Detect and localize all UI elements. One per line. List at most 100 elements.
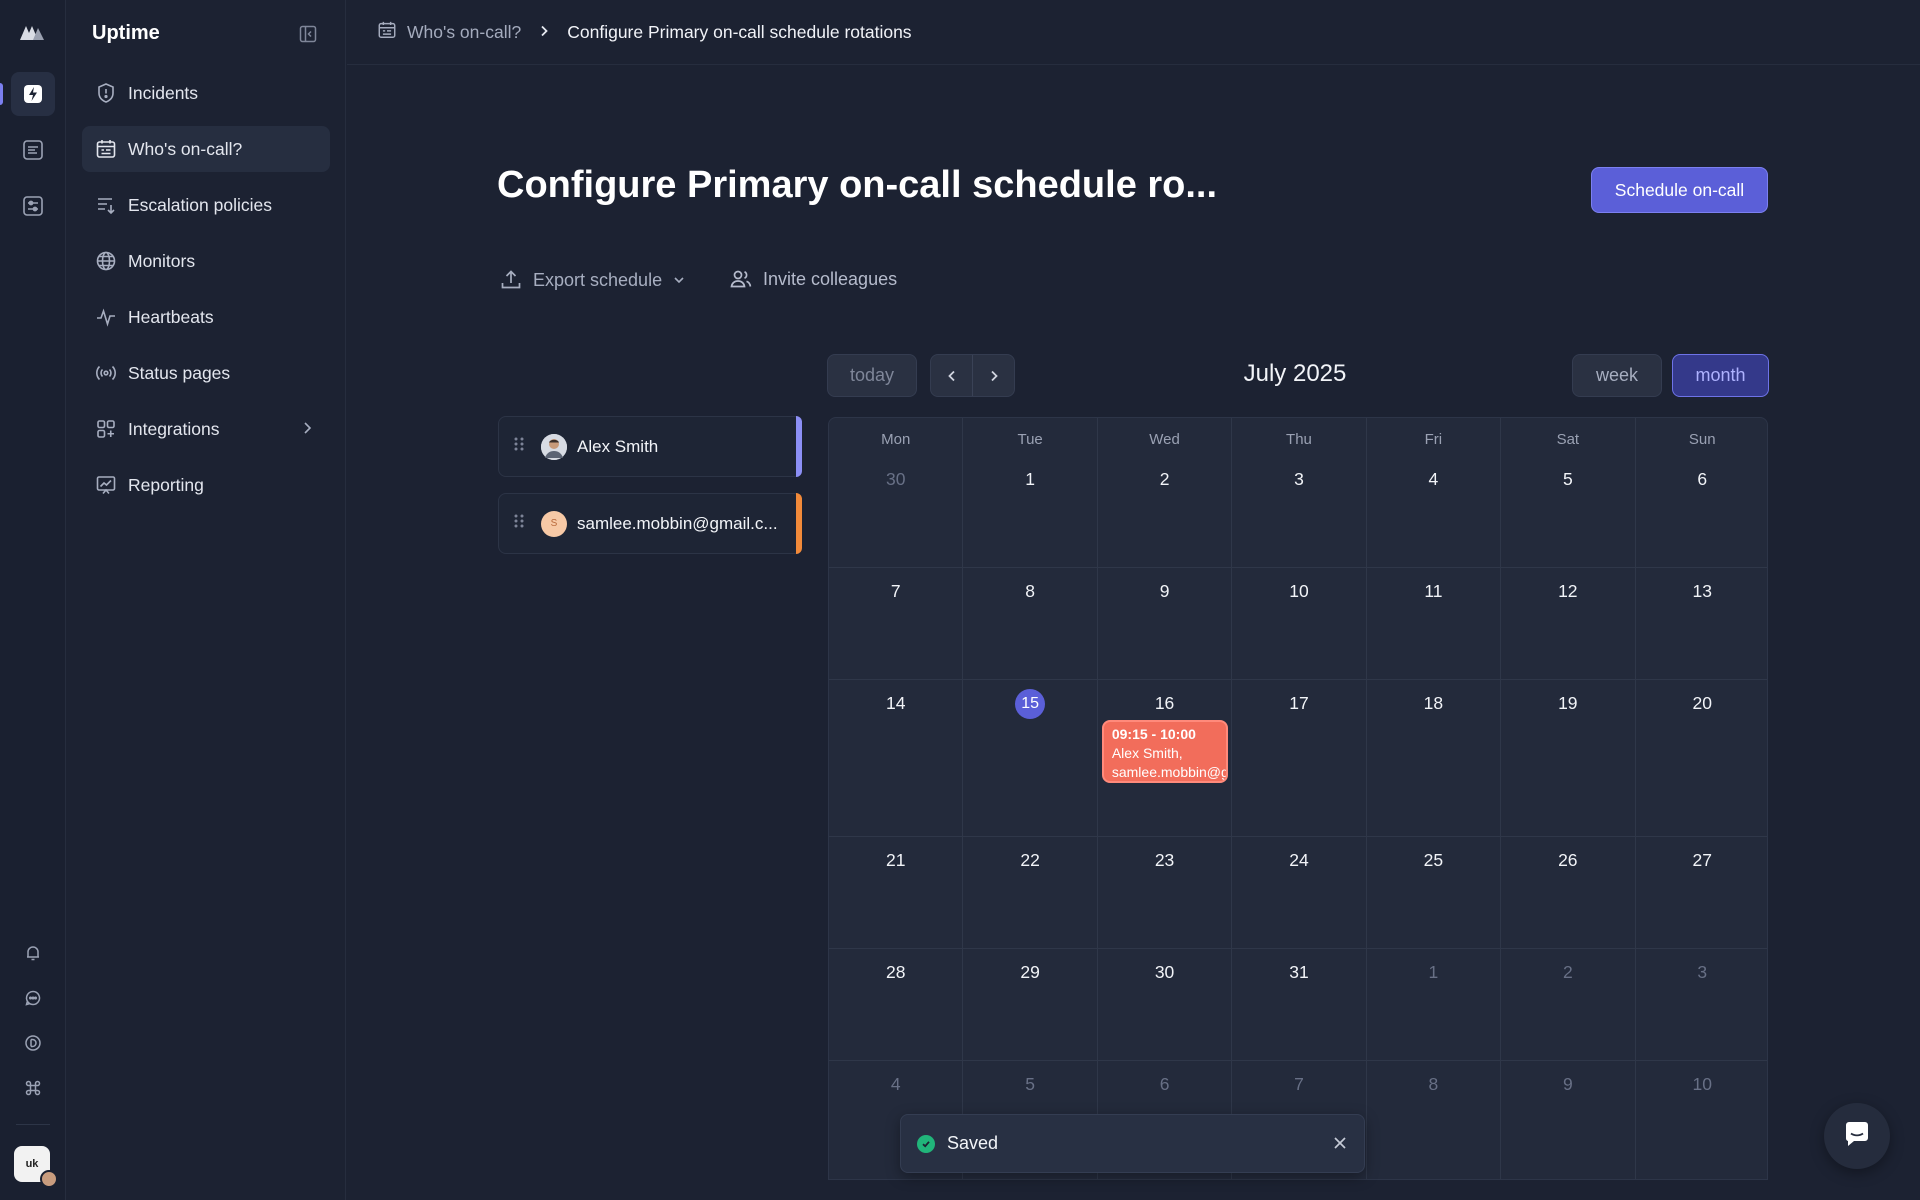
drag-handle-icon[interactable] (513, 436, 525, 457)
day-number: 12 (1558, 581, 1578, 601)
calendar-day-cell[interactable]: 3 (1636, 949, 1767, 1060)
calendar-day-cell[interactable]: 27 (1636, 837, 1767, 948)
document-list-icon[interactable] (11, 128, 55, 172)
calendar-day-cell[interactable]: 23 (1098, 837, 1233, 948)
lightning-icon[interactable] (11, 72, 55, 116)
sidebar-item-monitors[interactable]: Monitors (82, 238, 330, 284)
collapse-sidebar-icon[interactable] (298, 24, 318, 44)
day-number: 29 (1020, 962, 1040, 982)
calendar-day-cell[interactable]: 25 (1367, 837, 1502, 948)
calendar-day-cell[interactable]: 16 09:15 - 10:00 Alex Smith, samlee.mobb… (1098, 680, 1233, 836)
invite-colleagues-button[interactable]: Invite colleagues (729, 267, 897, 291)
calendar-day-cell[interactable]: 18 (1367, 680, 1502, 836)
week-view-button[interactable]: week (1572, 354, 1662, 397)
calendar-title: July 2025 (1243, 360, 1347, 387)
day-number: 23 (1154, 850, 1175, 870)
previous-month-button[interactable] (931, 355, 972, 396)
calendar-day-cell[interactable]: 1 (963, 456, 1098, 567)
chat-bubble-icon[interactable] (19, 984, 47, 1012)
event-participants: Alex Smith, (1111, 745, 1183, 761)
day-number: 9 (1159, 581, 1170, 601)
chevron-left-icon (947, 370, 955, 381)
calendar-day-cell[interactable]: 30 (829, 456, 964, 567)
sidebar-item-integrations[interactable]: Integrations (82, 406, 330, 452)
export-schedule-dropdown[interactable]: Export schedule (499, 268, 686, 292)
calendar-day-cell[interactable]: 7 (829, 568, 964, 679)
calendar-day-cell[interactable]: 1 (1367, 949, 1502, 1060)
settings-panel-icon[interactable] (11, 184, 55, 228)
calendar-day-cell[interactable]: 17 (1232, 680, 1367, 836)
day-number: 18 (1423, 693, 1444, 713)
calendar-day-cell[interactable]: 12 (1501, 568, 1636, 679)
close-icon[interactable] (1332, 1135, 1348, 1156)
month-view-button[interactable]: month (1672, 354, 1769, 397)
calendar-day-cell[interactable]: 20 (1636, 680, 1767, 836)
sidebar-item-label: Status pages (128, 362, 231, 383)
next-month-button[interactable] (972, 355, 1014, 396)
calendar-day-cell[interactable]: 13 (1636, 568, 1767, 679)
sidebar-item-heartbeats[interactable]: Heartbeats (82, 294, 330, 340)
sidebar-item-escalation-policies[interactable]: Escalation policies (82, 182, 330, 228)
chart-icon (94, 473, 118, 497)
calendar-day-cell[interactable]: 31 (1232, 949, 1367, 1060)
command-icon[interactable] (19, 1074, 47, 1102)
day-number: 6 (1697, 469, 1708, 489)
calendar-day-cell[interactable]: 10 (1636, 1061, 1767, 1179)
breadcrumb-parent-link[interactable]: Who's on-call? (407, 22, 521, 43)
chat-icon (1842, 1119, 1872, 1154)
calendar-day-cell[interactable]: 26 (1501, 837, 1636, 948)
calendar-day-cell[interactable]: 3 (1232, 456, 1367, 567)
calendar-day-cell[interactable]: 8 (1367, 1061, 1502, 1179)
calendar-day-cell[interactable]: 2 (1501, 949, 1636, 1060)
calendar-day-cell[interactable]: 30 (1098, 949, 1233, 1060)
sidebar-item-status-pages[interactable]: Status pages (82, 350, 330, 396)
calendar-day-cell[interactable]: 9 (1098, 568, 1233, 679)
chevron-down-icon (672, 273, 686, 287)
calendar-day-cell[interactable]: 5 (1501, 456, 1636, 567)
calendar-day-cell[interactable]: 19 (1501, 680, 1636, 836)
participant-item[interactable]: S samlee.mobbin@gmail.c... (498, 493, 802, 554)
day-number: 5 (1025, 1074, 1035, 1094)
day-number: 22 (1020, 850, 1040, 870)
sidebar-item-reporting[interactable]: Reporting (82, 462, 330, 508)
participant-name: samlee.mobbin@gmail.c... (577, 513, 778, 533)
app-name: Uptime (92, 22, 160, 44)
calendar-day-cell[interactable]: 10 (1232, 568, 1367, 679)
bell-icon[interactable] (19, 939, 47, 967)
schedule-on-call-button[interactable]: Schedule on-call (1591, 167, 1768, 213)
broadcast-icon (94, 361, 118, 385)
day-number: 27 (1692, 850, 1712, 870)
calendar-day-cell[interactable]: 4 (1367, 456, 1502, 567)
calendar-day-cell[interactable]: 14 (829, 680, 964, 836)
user-avatar[interactable] (40, 1170, 58, 1188)
calendar-day-cell[interactable]: 29 (963, 949, 1098, 1060)
sidebar-item-whos-on-call[interactable]: Who's on-call? (82, 126, 330, 172)
calendar-day-cell[interactable]: 8 (963, 568, 1098, 679)
sidebar-item-incidents[interactable]: Incidents (82, 70, 330, 116)
uptime-logo-icon[interactable] (18, 20, 46, 44)
calendar-day-cell-today[interactable]: 15 (963, 680, 1098, 836)
sidebar: Uptime Incidents Who's on-call? Escalati… (66, 0, 346, 1200)
participant-item[interactable]: Alex Smith (498, 416, 802, 477)
participant-color-bar (796, 416, 802, 477)
calendar-day-cell[interactable]: 9 (1501, 1061, 1636, 1179)
calendar-day-cell[interactable]: 11 (1367, 568, 1502, 679)
calendar-day-cell[interactable]: 28 (829, 949, 964, 1060)
calendar-day-cell[interactable]: 6 (1636, 456, 1767, 567)
day-number: 1 (1428, 962, 1439, 982)
calendar-day-cell[interactable]: 2 (1098, 456, 1233, 567)
breadcrumb: Who's on-call? Configure Primary on-call… (347, 0, 1920, 65)
on-call-event[interactable]: 09:15 - 10:00 Alex Smith, samlee.mobbin@… (1101, 720, 1229, 783)
today-button[interactable]: today (827, 354, 917, 397)
check-circle-icon (917, 1134, 935, 1153)
circle-d-icon[interactable] (19, 1029, 47, 1057)
calendar-day-cell[interactable]: 24 (1232, 837, 1367, 948)
chat-support-button[interactable] (1824, 1103, 1890, 1169)
drag-handle-icon[interactable] (513, 513, 525, 534)
weekday-label: Mon (829, 418, 964, 456)
calendar-day-cell[interactable]: 22 (963, 837, 1098, 948)
day-number: 19 (1558, 693, 1578, 713)
chevron-right-icon (298, 419, 316, 442)
calendar-day-cell[interactable]: 21 (829, 837, 964, 948)
avatar: S (541, 510, 567, 537)
